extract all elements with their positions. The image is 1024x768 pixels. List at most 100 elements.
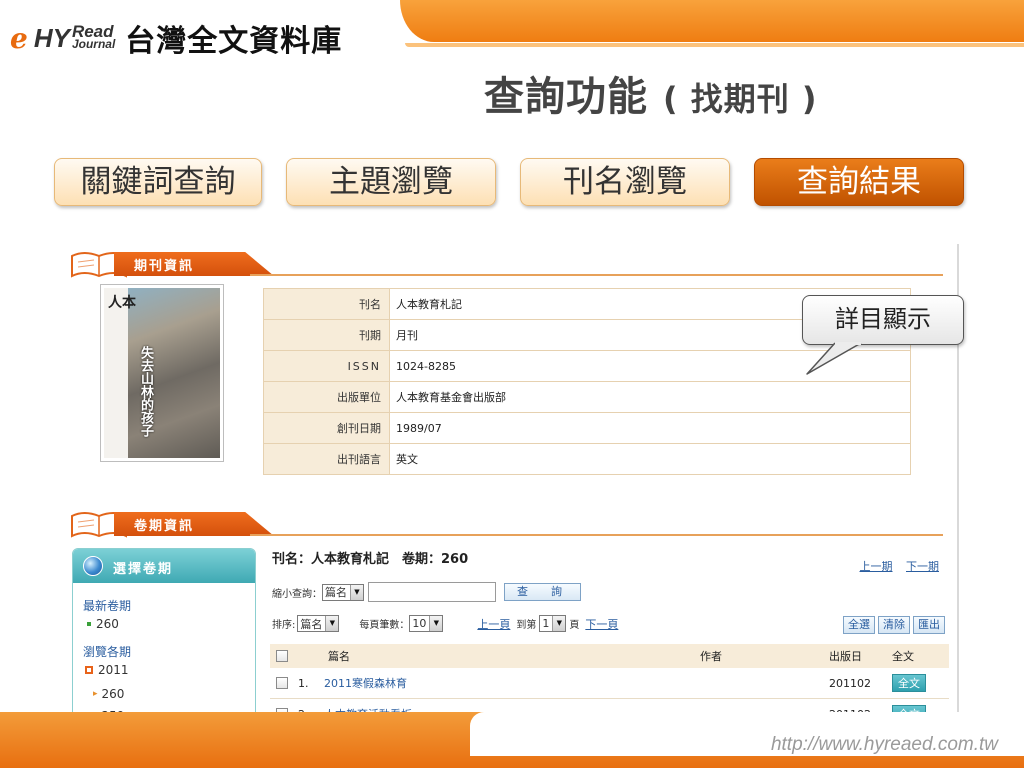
slide-title: 查詢功能 ( 找期刊 ) <box>484 64 817 122</box>
detail-key: 出刊語言 <box>263 443 390 475</box>
goto-label: 到第 <box>516 620 537 631</box>
top-decoration-stripe <box>400 0 1024 42</box>
row-checkbox[interactable] <box>276 677 288 689</box>
article-row: 1. 2011寒假森林育 201102 全文 <box>270 668 949 699</box>
narrow-field-value: 篇名 <box>325 586 347 599</box>
search-button[interactable]: 查 詢 <box>504 583 581 601</box>
page-select[interactable]: 1 ▼ <box>539 615 567 632</box>
detail-key: 創刊日期 <box>263 412 390 444</box>
nav-title-browse-button[interactable]: 刊名瀏覽 <box>520 158 730 206</box>
detail-key: 刊期 <box>263 319 390 351</box>
function-nav: 關鍵詞查詢 主題瀏覽 刊名瀏覽 查詢結果 <box>54 158 966 206</box>
sort-select[interactable]: 篇名 ▼ <box>297 615 340 632</box>
prev-page-link[interactable]: 上一頁 <box>477 616 510 632</box>
clear-button[interactable]: 清除 <box>878 616 910 634</box>
top-decoration-line <box>405 43 1024 47</box>
section-rule <box>250 534 943 536</box>
nav-keyword-search-button[interactable]: 關鍵詞查詢 <box>54 158 262 206</box>
bullet-icon <box>87 622 91 626</box>
latest-issue-item[interactable]: 260 <box>83 615 255 633</box>
globe-icon <box>83 556 103 576</box>
year-toggle[interactable]: 2011 <box>83 661 255 679</box>
latest-issue-value: 260 <box>96 617 119 631</box>
detail-key: ISSN <box>263 350 390 382</box>
next-page-link[interactable]: 下一頁 <box>585 616 618 632</box>
detail-key: 刊名 <box>263 288 390 320</box>
dropdown-arrow-icon: ▼ <box>552 616 566 631</box>
issue-selector-header: 選擇卷期 <box>73 549 255 583</box>
per-page-select[interactable]: 10 ▼ <box>409 615 444 632</box>
row-number: 1. <box>298 676 309 690</box>
issue-selector-title: 選擇卷期 <box>113 562 174 577</box>
dropdown-arrow-icon: ▼ <box>350 584 363 600</box>
issue-selector-panel: 選擇卷期 最新卷期 260 瀏覽各期 2011 ▸ 260 ▸ 259 <box>72 548 256 739</box>
issue-number: 260 <box>101 687 125 701</box>
detail-row: 創刊日期 1989/07 <box>263 412 911 444</box>
column-title: 篇名 <box>328 650 350 663</box>
select-all-button[interactable]: 全選 <box>843 616 875 634</box>
section-rule <box>250 274 943 276</box>
nav-topic-browse-button[interactable]: 主題瀏覽 <box>286 158 496 206</box>
cover-photo: 人本 失去山林的孩子 <box>104 288 220 458</box>
callout-tail <box>806 342 862 375</box>
detail-value: 英文 <box>389 443 911 475</box>
detail-value: 人本教育基金會出版部 <box>389 381 911 413</box>
logo-database-name: 台灣全文資料庫 <box>125 24 343 59</box>
narrow-field-select[interactable]: 篇名 ▼ <box>322 583 364 601</box>
article-date: 201102 <box>829 676 871 690</box>
per-page-value: 10 <box>412 617 427 630</box>
column-author: 作者 <box>700 650 722 663</box>
cover-masthead: 人本 <box>108 295 136 311</box>
export-button[interactable]: 匯出 <box>913 616 945 634</box>
issue-item[interactable]: ▸ 260 <box>83 685 255 703</box>
hyread-logo: e HY Read Journal 台灣全文資料庫 <box>10 12 342 64</box>
column-fulltext: 全文 <box>892 650 914 663</box>
issue-list: 最新卷期 260 瀏覽各期 2011 ▸ 260 ▸ 259 <box>73 583 255 725</box>
select-all-checkbox[interactable] <box>276 650 288 662</box>
fulltext-button[interactable]: 全文 <box>892 674 926 692</box>
year-label: 2011 <box>98 663 129 677</box>
logo-mark: e <box>10 21 28 55</box>
cover-spine <box>104 288 128 458</box>
issue-title: 刊名：人本教育札記 卷期：260 <box>272 552 469 567</box>
page-unit-label: 頁 <box>569 620 580 631</box>
triangle-bullet-icon: ▸ <box>93 689 98 699</box>
slide-title-sub: ( 找期刊 ) <box>662 80 818 118</box>
narrow-search-input[interactable] <box>368 582 496 602</box>
detail-view-callout: 詳目顯示 <box>802 295 964 345</box>
sort-value: 篇名 <box>300 617 323 631</box>
detail-key: 出版單位 <box>263 381 390 413</box>
logo-read-journal: Read Journal <box>71 23 116 51</box>
slide-title-main: 查詢功能 <box>484 74 648 120</box>
journal-info-header: 期刊資訊 <box>70 246 943 280</box>
column-date: 出版日 <box>829 650 862 663</box>
page-value: 1 <box>542 617 550 630</box>
dropdown-arrow-icon: ▼ <box>325 616 339 631</box>
journal-cover-image: 人本 失去山林的孩子 <box>100 284 224 462</box>
sort-label: 排序: <box>272 620 296 631</box>
detail-row: 出刊語言 英文 <box>263 443 911 475</box>
per-page-label: 每頁筆數： <box>359 620 410 631</box>
detail-row: 出版單位 人本教育基金會出版部 <box>263 381 911 413</box>
footer-url: http://www.hyreaed.com.tw <box>770 734 998 755</box>
browse-issues-link[interactable]: 瀏覽各期 <box>83 643 255 661</box>
volume-info-header: 卷期資訊 <box>70 506 943 540</box>
volume-info-heading: 卷期資訊 <box>134 519 195 534</box>
latest-issue-link[interactable]: 最新卷期 <box>83 597 255 615</box>
dropdown-arrow-icon: ▼ <box>429 616 443 631</box>
logo-journal: Journal <box>71 37 116 51</box>
nav-results-button[interactable]: 查詢結果 <box>754 158 964 206</box>
article-title-link[interactable]: 2011寒假森林育 <box>324 675 407 691</box>
narrow-search-label: 縮小查詢： <box>272 588 322 600</box>
narrow-search-row: 縮小查詢： 篇名 ▼ 查 詢 <box>272 582 581 602</box>
sort-row: 排序: 篇名 ▼ 每頁筆數： 10 ▼ 上一頁 到第 1 ▼ 頁 下一頁 <box>272 615 618 632</box>
bulk-actions: 全選 清除 匯出 <box>840 616 945 634</box>
article-list-header: 篇名 作者 出版日 全文 <box>270 644 949 668</box>
next-issue-link[interactable]: 下一期 <box>906 560 939 573</box>
prev-issue-link[interactable]: 上一期 <box>860 560 893 573</box>
collapse-icon <box>85 666 93 674</box>
detail-value: 1989/07 <box>389 412 911 444</box>
journal-info-heading: 期刊資訊 <box>134 259 195 274</box>
cover-headline: 失去山林的孩子 <box>138 346 153 437</box>
issue-pager: 上一期 下一期 <box>850 558 940 574</box>
